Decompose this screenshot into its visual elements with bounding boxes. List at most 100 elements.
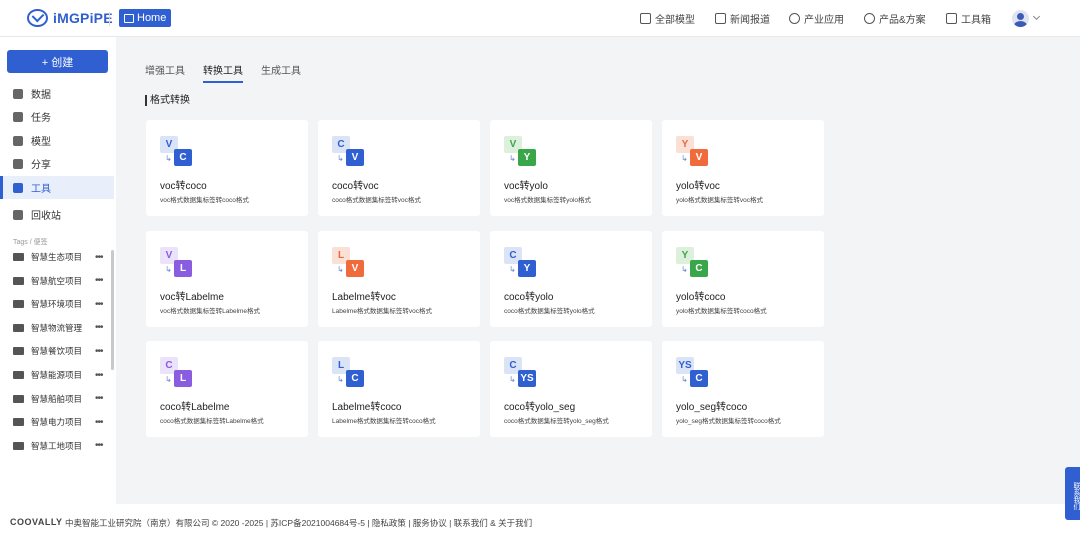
project-label: 智慧能源项目 bbox=[31, 370, 83, 380]
tool-card[interactable]: YS ↳ C yolo_seg转coco yolo_seg格式数据集标签转coco格式 bbox=[662, 341, 824, 437]
create-button[interactable]: + 创建 bbox=[7, 50, 108, 73]
format-badge-icon: L ↳ C bbox=[332, 357, 365, 389]
sidebar-project-item[interactable]: 智慧环境项目 ••• bbox=[0, 292, 114, 316]
tool-card[interactable]: C ↳ V coco转voc coco格式数据集标签转voc格式 bbox=[318, 120, 480, 216]
folder-icon bbox=[13, 371, 24, 379]
toolbox-icon bbox=[13, 182, 23, 193]
format-badge-icon: C ↳ L bbox=[160, 357, 193, 389]
format-badge-icon: YS ↳ C bbox=[676, 357, 709, 389]
tool-card[interactable]: C ↳ YS coco转yolo_seg coco格式数据集标签转yolo_seg格式 bbox=[490, 341, 652, 437]
target-format-icon: V bbox=[690, 149, 708, 166]
card-description: yolo格式数据集标签转coco格式 bbox=[676, 308, 767, 315]
card-description: coco格式数据集标签转yolo格式 bbox=[504, 308, 595, 315]
card-title: yolo_seg转coco bbox=[676, 402, 748, 413]
sidebar-item-recycle-bin[interactable]: 回收站 bbox=[0, 203, 114, 226]
card-description: coco格式数据集标签转Labelme格式 bbox=[160, 418, 264, 425]
format-badge-icon: L ↳ V bbox=[332, 247, 365, 279]
more-icon[interactable]: ••• bbox=[95, 275, 103, 286]
card-title: voc转Labelme bbox=[160, 292, 224, 303]
more-icon[interactable]: ••• bbox=[95, 299, 103, 310]
tab-augment-tools[interactable]: 增强工具 bbox=[145, 62, 185, 83]
nav-all-models[interactable]: 全部模型 bbox=[640, 0, 695, 37]
sidebar-project-item[interactable]: 智慧餐饮项目 ••• bbox=[0, 339, 114, 363]
cube-icon bbox=[640, 13, 651, 24]
card-description: yolo格式数据集标签转voc格式 bbox=[676, 197, 764, 204]
sidebar-scrollbar[interactable] bbox=[111, 250, 114, 370]
header-divider bbox=[109, 12, 110, 26]
card-title: coco转yolo bbox=[504, 292, 554, 303]
hexagon-icon bbox=[789, 13, 800, 24]
check-icon bbox=[13, 111, 23, 122]
target-format-icon: L bbox=[174, 370, 192, 387]
more-icon[interactable]: ••• bbox=[95, 322, 103, 333]
nav-news[interactable]: 新闻报道 bbox=[715, 0, 770, 37]
arrow-icon: ↳ bbox=[509, 375, 516, 384]
footer-brand: COOVALLY bbox=[10, 517, 63, 527]
home-button[interactable]: Home bbox=[119, 9, 172, 27]
card-description: Labelme格式数据集标签转voc格式 bbox=[332, 308, 433, 315]
sidebar-item-share[interactable]: 分享 bbox=[0, 152, 114, 175]
project-label: 智慧工地项目 bbox=[31, 440, 83, 451]
arrow-icon: ↳ bbox=[165, 265, 172, 274]
card-description: voc格式数据集标签转coco格式 bbox=[160, 197, 249, 204]
folder-icon bbox=[13, 253, 24, 261]
card-title: coco转yolo_seg bbox=[504, 402, 576, 413]
tool-card[interactable]: C ↳ L coco转Labelme coco格式数据集标签转Labelme格式 bbox=[146, 341, 308, 437]
document-icon bbox=[715, 13, 726, 24]
toolbox-icon bbox=[946, 13, 957, 24]
project-label: 智慧物流管理 bbox=[31, 322, 83, 333]
tool-card[interactable]: V ↳ Y voc转yolo voc格式数据集标签转yolo格式 bbox=[490, 120, 652, 216]
lightbulb-icon bbox=[864, 13, 875, 24]
tool-card[interactable]: V ↳ L voc转Labelme voc格式数据集标签转Labelme格式 bbox=[146, 231, 308, 327]
sidebar-item-label: 回收站 bbox=[31, 211, 61, 222]
tool-card[interactable]: L ↳ C Labelme转coco Labelme格式数据集标签转coco格式 bbox=[318, 341, 480, 437]
tab-convert-tools[interactable]: 转换工具 bbox=[203, 62, 243, 83]
nav-toolbox[interactable]: 工具箱 bbox=[946, 0, 991, 37]
tool-card[interactable]: C ↳ Y coco转yolo coco格式数据集标签转yolo格式 bbox=[490, 231, 652, 327]
sidebar-item-data[interactable]: 数据 bbox=[0, 82, 114, 105]
more-icon[interactable]: ••• bbox=[95, 440, 103, 451]
tool-card[interactable]: V ↳ C voc转coco voc格式数据集标签转coco格式 bbox=[146, 120, 308, 216]
sidebar-project-item[interactable]: 智慧工地项目 ••• bbox=[0, 434, 114, 458]
more-icon[interactable]: ••• bbox=[95, 346, 103, 357]
more-icon[interactable]: ••• bbox=[95, 370, 103, 381]
target-format-icon: L bbox=[174, 260, 192, 277]
chevron-down-icon[interactable] bbox=[1032, 12, 1041, 21]
tab-generate-tools[interactable]: 生成工具 bbox=[261, 62, 301, 83]
card-description: voc格式数据集标签转yolo格式 bbox=[504, 197, 592, 204]
more-icon[interactable]: ••• bbox=[95, 393, 103, 404]
format-badge-icon: V ↳ Y bbox=[504, 136, 537, 168]
nav-products[interactable]: 产品&方案 bbox=[864, 0, 926, 37]
project-label: 智慧航空项目 bbox=[31, 275, 83, 286]
tool-card[interactable]: Y ↳ C yolo转coco yolo格式数据集标签转coco格式 bbox=[662, 231, 824, 327]
folder-icon bbox=[13, 394, 24, 403]
more-icon[interactable]: ••• bbox=[95, 417, 103, 428]
arrow-icon: ↳ bbox=[337, 154, 344, 163]
more-icon[interactable]: ••• bbox=[95, 252, 103, 263]
sidebar-item-tools[interactable]: 工具 bbox=[0, 176, 114, 199]
arrow-icon: ↳ bbox=[681, 154, 688, 163]
sidebar-project-item[interactable]: 智慧物流管理 ••• bbox=[0, 316, 114, 340]
sidebar-project-item[interactable]: 智慧能源项目 ••• bbox=[0, 363, 114, 387]
tool-card[interactable]: L ↳ V Labelme转voc Labelme格式数据集标签转voc格式 bbox=[318, 231, 480, 327]
target-format-icon: C bbox=[346, 370, 364, 387]
arrow-icon: ↳ bbox=[681, 375, 688, 384]
arrow-icon: ↳ bbox=[509, 265, 516, 274]
sidebar-item-tasks[interactable]: 任务 bbox=[0, 105, 114, 128]
tool-card[interactable]: Y ↳ V yolo转voc yolo格式数据集标签转voc格式 bbox=[662, 120, 824, 216]
card-title: Labelme转voc bbox=[332, 292, 396, 303]
card-title: Labelme转coco bbox=[332, 402, 402, 413]
contact-us-float-button[interactable]: 联系我们 bbox=[1065, 467, 1080, 520]
sidebar-project-item[interactable]: 智慧船舶项目 ••• bbox=[0, 387, 114, 411]
sidebar-item-models[interactable]: 模型 bbox=[0, 129, 114, 152]
sidebar-project-item[interactable]: 智慧电力项目 ••• bbox=[0, 410, 114, 434]
user-avatar[interactable] bbox=[1012, 10, 1029, 27]
card-title: voc转yolo bbox=[504, 181, 548, 192]
nav-industry[interactable]: 产业应用 bbox=[789, 0, 844, 37]
card-description: yolo_seg格式数据集标签转coco格式 bbox=[676, 418, 781, 425]
brand-logo[interactable]: iMGPiPE bbox=[27, 9, 113, 27]
tool-tabs: 增强工具 转换工具 生成工具 bbox=[145, 62, 301, 83]
sidebar-project-item[interactable]: 智慧生态项目 ••• bbox=[0, 245, 114, 269]
sidebar-project-item[interactable]: 智慧航空项目 ••• bbox=[0, 269, 114, 293]
sidebar-item-label: 数据 bbox=[31, 90, 51, 101]
